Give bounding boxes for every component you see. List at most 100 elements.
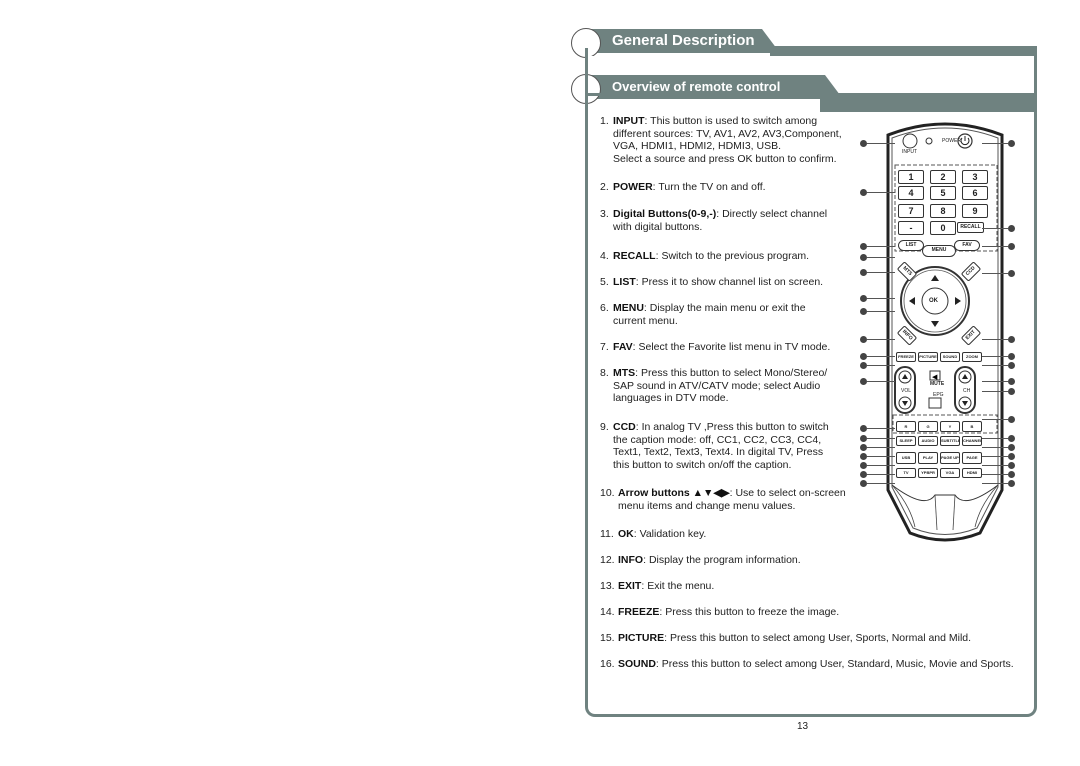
digit-button[interactable]: 8 <box>930 204 956 218</box>
option-button[interactable]: USB <box>896 452 916 464</box>
item-number: 14. <box>600 606 615 618</box>
item-text: this button to switch on/off the caption… <box>613 458 792 471</box>
digit-button[interactable]: 1 <box>898 170 924 184</box>
option-button[interactable]: SUBTITLE <box>940 436 960 446</box>
digit-button[interactable]: 7 <box>898 204 924 218</box>
item-number: 2. <box>600 181 609 193</box>
callout-marker <box>860 308 867 315</box>
callout-marker <box>1008 453 1015 460</box>
callout-marker <box>1008 140 1015 147</box>
source-button[interactable]: VGA <box>940 468 960 478</box>
digit-button[interactable]: 4 <box>898 186 924 200</box>
digit-button[interactable]: 5 <box>930 186 956 200</box>
source-button[interactable]: YPBPR <box>918 468 938 478</box>
digit-button[interactable]: 0 <box>930 221 956 235</box>
item-key: Digital Buttons(0-9,-) <box>613 208 717 220</box>
callout-marker <box>860 189 867 196</box>
recall-button[interactable]: RECALL <box>957 222 984 233</box>
color-button[interactable]: R <box>896 421 916 432</box>
input-label: INPUT <box>902 149 917 155</box>
digit-button[interactable]: 9 <box>962 204 988 218</box>
ok-label[interactable]: OK <box>929 298 938 304</box>
callout-marker <box>860 378 867 385</box>
item-text: Turn the TV on and off. <box>658 181 766 193</box>
power-label: POWER <box>942 138 961 144</box>
item-number: 7. <box>600 341 609 353</box>
callout-marker <box>860 453 867 460</box>
item-text: Press this button to select among User, … <box>669 632 972 644</box>
option-button[interactable]: AUDIO <box>918 436 938 446</box>
item-text: current menu. <box>613 314 678 327</box>
option-button[interactable]: CHANNEL <box>962 436 982 446</box>
description-item: 4. RECALL: Switch to the previous program… <box>600 250 809 263</box>
callout-line <box>982 465 1008 466</box>
item-key: FREEZE <box>618 606 660 618</box>
callout-line <box>982 381 1008 382</box>
callout-line <box>982 419 1008 420</box>
item-text: different sources: TV, AV1, AV2, AV3,Com… <box>613 127 842 140</box>
fav-button[interactable]: FAV <box>954 240 980 251</box>
source-button[interactable]: HDMI <box>962 468 982 478</box>
digit-button[interactable]: 2 <box>930 170 956 184</box>
callout-marker <box>1008 225 1015 232</box>
item-key: EXIT <box>618 580 642 592</box>
page-number: 13 <box>797 721 809 732</box>
callout-line <box>982 246 1008 247</box>
ch-label: CH <box>963 388 971 394</box>
callout-line <box>982 228 1008 229</box>
callout-line <box>982 456 1008 457</box>
function-button[interactable]: FREEZE <box>896 352 916 362</box>
callout-marker <box>1008 336 1015 343</box>
callout-marker <box>860 462 867 469</box>
digit-button[interactable]: 3 <box>962 170 988 184</box>
description-item: 11. OK: Validation key. <box>600 528 706 541</box>
item-key: PICTURE <box>618 632 665 644</box>
list-button[interactable]: LIST <box>898 240 924 251</box>
source-button[interactable]: TV <box>896 468 916 478</box>
color-button[interactable]: Y <box>940 421 960 432</box>
callout-marker <box>860 362 867 369</box>
item-text: Use to select on-screen <box>735 487 846 499</box>
item-text: Press this button to select among User, … <box>661 658 1014 670</box>
item-text: Press this button to freeze the image. <box>665 606 840 618</box>
vol-label: VOL <box>901 388 912 394</box>
menu-button[interactable]: MENU <box>922 245 956 257</box>
color-button[interactable]: B <box>962 421 982 432</box>
description-item: 10. Arrow buttons ▲▼◀▶: Use to select on-… <box>600 487 846 512</box>
item-key: RECALL <box>613 250 656 262</box>
description-item: 12. INFO: Display the program information… <box>600 554 801 567</box>
description-item: 1. INPUT: This button is used to switch a… <box>600 115 842 165</box>
digit-button[interactable]: 6 <box>962 186 988 200</box>
function-button[interactable]: ZOOM <box>962 352 982 362</box>
option-button[interactable]: SLEEP <box>896 436 916 446</box>
callout-marker <box>860 336 867 343</box>
callout-line <box>867 257 895 258</box>
item-key: SOUND <box>618 658 656 670</box>
callout-marker <box>1008 362 1015 369</box>
option-button[interactable]: PLAY CONTROL <box>918 452 938 464</box>
option-button[interactable]: PAGE DOWN <box>962 452 982 464</box>
frame-white-gap <box>588 56 1034 73</box>
section-title-text: General Description <box>612 32 755 49</box>
function-button[interactable]: PICTURE <box>918 352 938 362</box>
item-text: Directly select channel <box>722 208 828 220</box>
item-number: 6. <box>600 302 609 314</box>
callout-marker <box>1008 243 1015 250</box>
item-number: 3. <box>600 208 609 220</box>
callout-line <box>867 311 895 312</box>
callout-marker <box>860 425 867 432</box>
option-button[interactable]: PAGE UP <box>940 452 960 464</box>
callout-line <box>867 192 895 193</box>
digit-button[interactable]: - <box>898 221 924 235</box>
callout-marker <box>860 243 867 250</box>
description-item: 9. CCD: In analog TV ,Press this button t… <box>600 421 829 471</box>
item-number: 1. <box>600 115 609 127</box>
description-item: 8. MTS: Press this button to select Mono/… <box>600 367 827 405</box>
callout-line <box>867 428 895 429</box>
item-text: Display the program information. <box>648 554 801 566</box>
function-button[interactable]: SOUND <box>940 352 960 362</box>
color-button[interactable]: G <box>918 421 938 432</box>
callout-line <box>982 273 1008 274</box>
item-key: POWER <box>613 181 653 193</box>
item-text: menu items and change menu values. <box>618 499 796 512</box>
